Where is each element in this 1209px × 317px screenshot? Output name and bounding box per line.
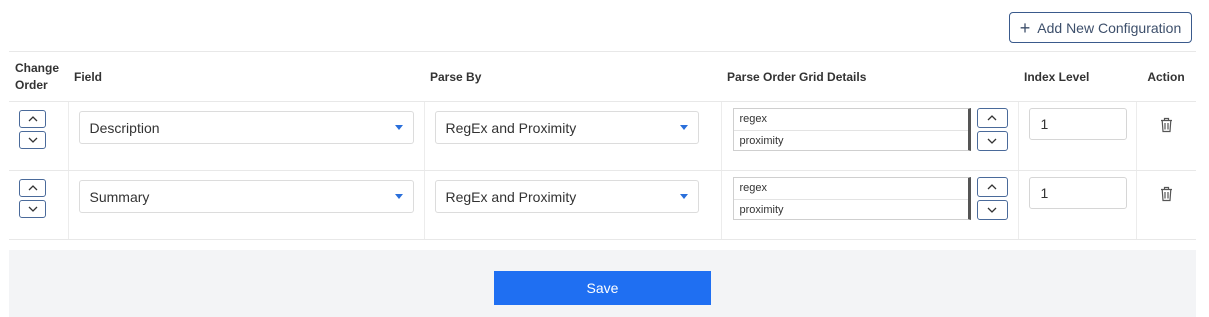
index-level-cell: 1 <box>1018 170 1137 240</box>
configuration-page: + Add New Configuration Change Order Fie… <box>0 0 1209 317</box>
grid-details-cell: regex proximity <box>721 101 1019 171</box>
trash-icon <box>1160 117 1172 133</box>
parse-by-select[interactable]: RegEx and Proximity <box>434 180 699 213</box>
chevron-down-icon <box>987 138 997 144</box>
chevron-down-icon <box>987 207 997 213</box>
trash-icon <box>1160 186 1172 202</box>
grid-move-up-button[interactable] <box>976 177 1008 197</box>
caret-down-icon <box>394 125 403 130</box>
field-select-value: Description <box>89 119 160 136</box>
add-new-configuration-label: Add New Configuration <box>1037 19 1182 36</box>
parse-by-select[interactable]: RegEx and Proximity <box>434 111 699 144</box>
chevron-up-icon <box>987 115 997 121</box>
index-level-input[interactable]: 1 <box>1028 177 1127 209</box>
list-item[interactable]: regex <box>734 109 968 130</box>
add-new-configuration-button[interactable]: + Add New Configuration <box>1009 12 1192 43</box>
parse-order-list[interactable]: regex proximity <box>732 108 971 152</box>
caret-down-icon <box>394 194 403 199</box>
grid-move-down-button[interactable] <box>976 131 1008 151</box>
field-select[interactable]: Summary <box>78 180 414 213</box>
field-select-value: Summary <box>89 188 150 205</box>
field-cell: Summary <box>68 170 425 240</box>
move-down-button[interactable] <box>19 131 46 149</box>
grid-details-cell: regex proximity <box>721 170 1019 240</box>
move-up-button[interactable] <box>19 179 46 197</box>
chevron-down-icon <box>28 137 37 143</box>
list-item[interactable]: regex <box>734 178 968 199</box>
delete-button[interactable] <box>1137 171 1197 202</box>
parse-order-list[interactable]: regex proximity <box>732 177 971 221</box>
chevron-down-icon <box>28 206 37 212</box>
caret-down-icon <box>679 125 688 130</box>
chevron-up-icon <box>28 116 37 122</box>
change-order-cell <box>9 101 69 171</box>
field-cell: Description <box>68 101 425 171</box>
header-field: Field <box>68 51 424 102</box>
grid-move-down-button[interactable] <box>976 200 1008 220</box>
configuration-table: Change Order Field Parse By Parse Order … <box>9 51 1196 240</box>
table-row: Summary RegEx and Proximity regex proxim… <box>9 170 1197 240</box>
parse-by-cell: RegEx and Proximity <box>424 101 722 171</box>
list-item[interactable]: proximity <box>733 130 968 152</box>
table-row: Description RegEx and Proximity regex pr… <box>9 101 1197 171</box>
field-select[interactable]: Description <box>78 111 414 144</box>
index-level-cell: 1 <box>1018 101 1137 171</box>
footer-bar: Save <box>9 250 1196 317</box>
list-item[interactable]: proximity <box>733 199 968 221</box>
action-cell <box>1136 101 1197 171</box>
move-up-button[interactable] <box>19 110 46 128</box>
chevron-up-icon <box>28 185 37 191</box>
parse-by-select-value: RegEx and Proximity <box>445 119 577 136</box>
parse-by-select-value: RegEx and Proximity <box>445 188 577 205</box>
header-index-level: Index Level <box>1018 51 1136 102</box>
parse-by-cell: RegEx and Proximity <box>424 170 722 240</box>
grid-move-up-button[interactable] <box>976 108 1008 128</box>
move-down-button[interactable] <box>19 200 46 218</box>
delete-button[interactable] <box>1137 102 1197 133</box>
header-parse-by: Parse By <box>424 51 721 102</box>
header-action: Action <box>1136 51 1196 102</box>
change-order-cell <box>9 170 69 240</box>
chevron-up-icon <box>987 184 997 190</box>
header-grid-details: Parse Order Grid Details <box>721 51 1018 102</box>
save-button[interactable]: Save <box>494 271 711 305</box>
header-change-order: Change Order <box>9 51 68 102</box>
plus-icon: + <box>1019 17 1031 38</box>
index-level-input[interactable]: 1 <box>1028 108 1127 140</box>
action-cell <box>1136 170 1197 240</box>
caret-down-icon <box>679 194 688 199</box>
table-header-row: Change Order Field Parse By Parse Order … <box>9 51 1196 102</box>
